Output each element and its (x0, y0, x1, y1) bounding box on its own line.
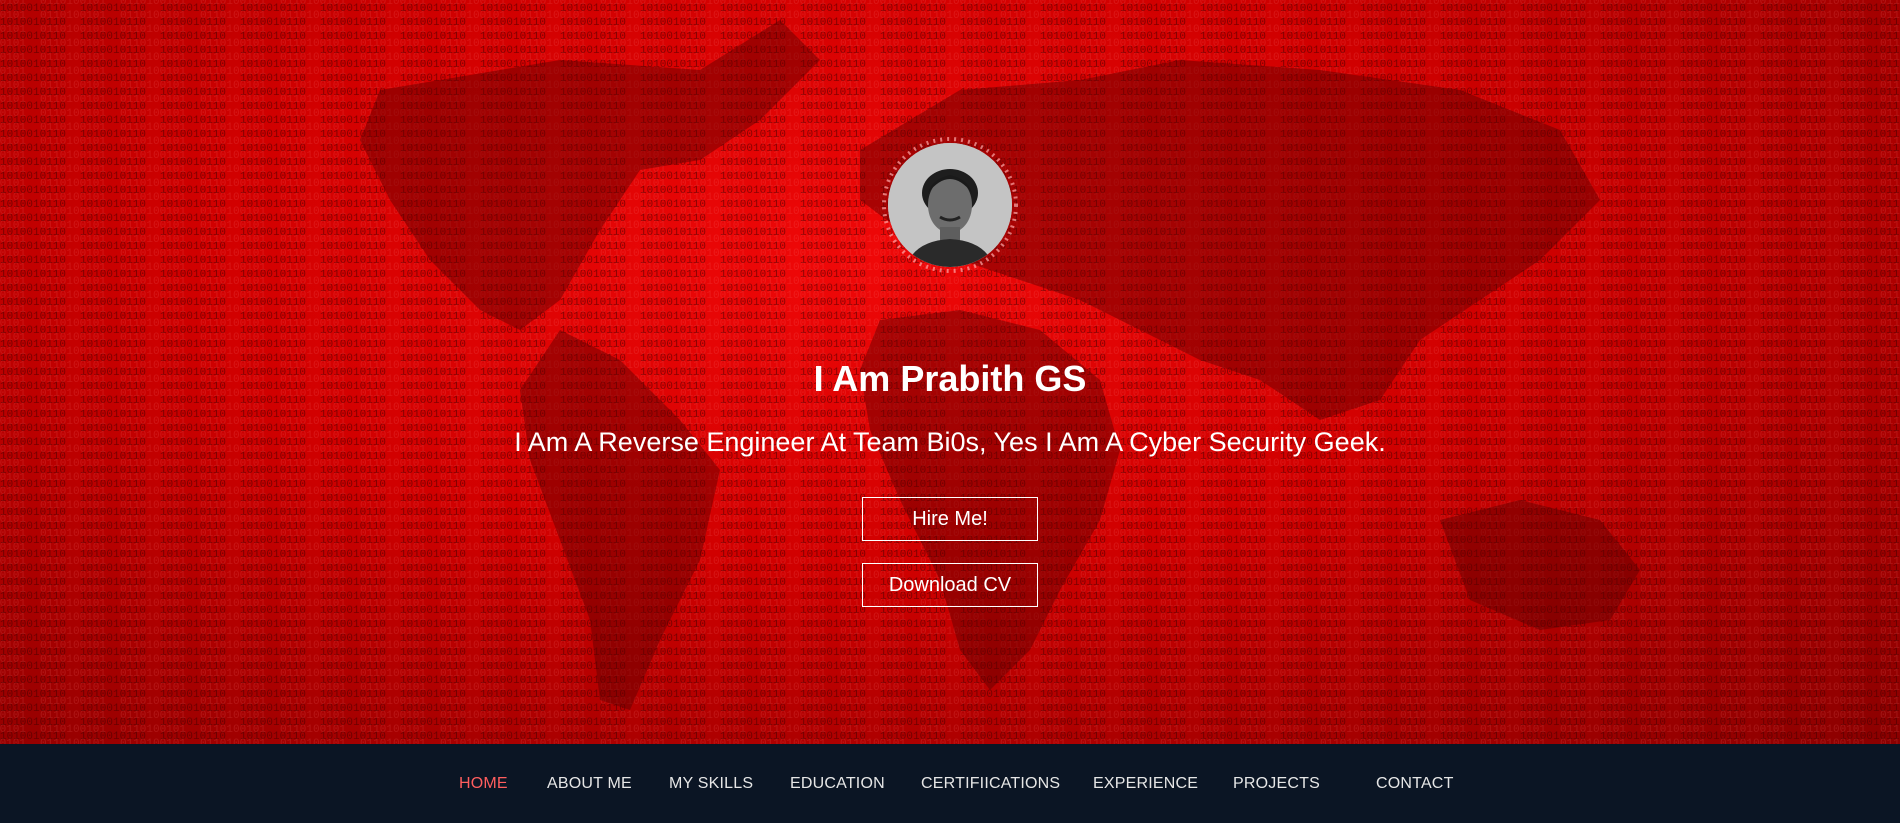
nav-item-education[interactable]: EDUCATION (790, 744, 885, 819)
person-portrait-icon (888, 143, 1012, 267)
hire-me-button[interactable]: Hire Me! (862, 497, 1038, 541)
nav-item-experience[interactable]: EXPERIENCE (1093, 744, 1198, 819)
nav-item-projects[interactable]: PROJECTS (1233, 744, 1320, 819)
nav-item-contact[interactable]: CONTACT (1376, 744, 1454, 819)
download-cv-button[interactable]: Download CV (862, 563, 1038, 607)
main-navbar: HOME ABOUT ME MY SKILLS EDUCATION CERTIF… (0, 744, 1900, 819)
nav-item-certifications[interactable]: CERTIFIICATIONS (921, 744, 1060, 819)
profile-avatar (882, 137, 1018, 273)
nav-item-about-me[interactable]: ABOUT ME (547, 744, 632, 819)
hero-section: 1010010110 0110100101 (0, 0, 1900, 744)
hero-subtitle: I Am A Reverse Engineer At Team Bi0s, Ye… (514, 427, 1386, 457)
nav-item-home[interactable]: HOME (459, 744, 508, 819)
hero-title: I Am Prabith GS (813, 358, 1087, 399)
nav-item-my-skills[interactable]: MY SKILLS (669, 744, 753, 819)
